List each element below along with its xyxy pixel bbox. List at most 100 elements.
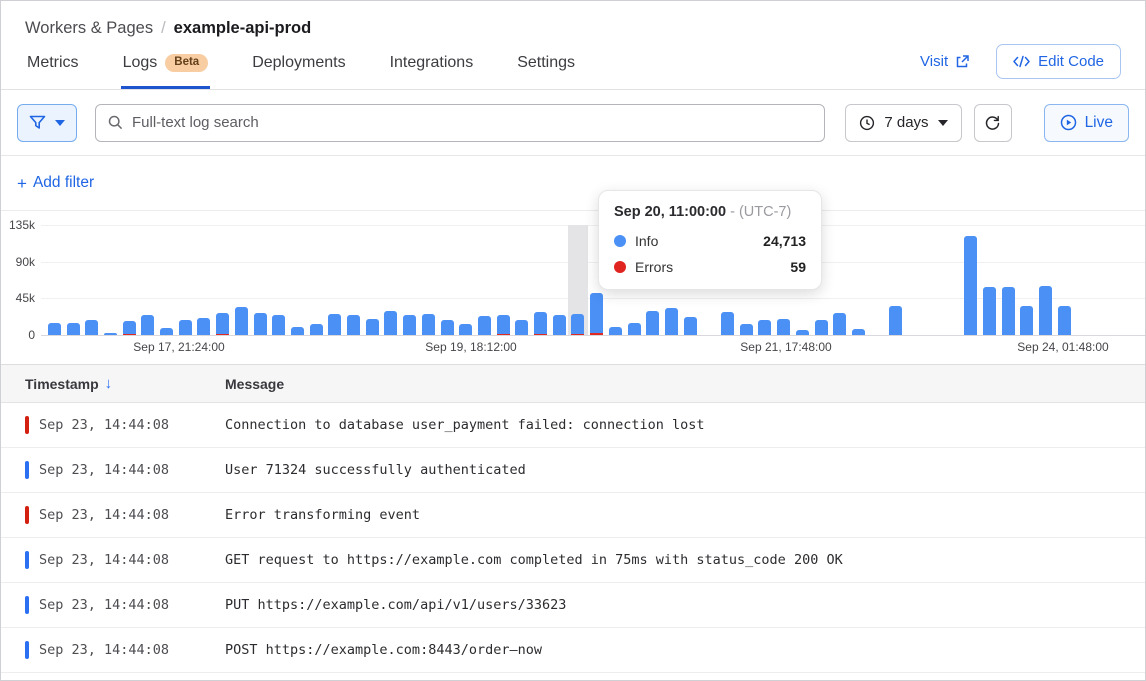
- info-bar-segment: [740, 324, 753, 335]
- log-volume-bar[interactable]: [553, 315, 566, 335]
- y-tick-label: 135k: [1, 218, 35, 232]
- log-volume-bar[interactable]: [721, 312, 734, 335]
- x-tick-label: Sep 19, 18:12:00: [425, 340, 516, 354]
- edit-code-button[interactable]: Edit Code: [996, 44, 1121, 79]
- info-level-indicator: [25, 641, 29, 659]
- info-bar-segment: [459, 324, 472, 335]
- log-volume-bar[interactable]: [347, 315, 360, 335]
- search-input[interactable]: [132, 114, 812, 131]
- log-volume-bar[interactable]: [160, 328, 173, 335]
- log-volume-bar[interactable]: [328, 314, 341, 335]
- log-volume-bar[interactable]: [291, 327, 304, 335]
- log-volume-bar[interactable]: [141, 315, 154, 335]
- log-volume-bar[interactable]: [1020, 306, 1033, 335]
- info-bar-segment: [534, 312, 547, 334]
- log-volume-bar[interactable]: [104, 333, 117, 335]
- log-table-row[interactable]: Sep 23, 14:44:08Error transforming event: [1, 493, 1145, 538]
- error-bar-segment: [123, 334, 136, 335]
- y-tick-label: 0: [1, 328, 35, 342]
- info-bar-segment: [1039, 286, 1052, 335]
- log-volume-bar[interactable]: [123, 321, 136, 335]
- info-bar-segment: [553, 315, 566, 335]
- info-bar-segment: [160, 328, 173, 335]
- log-volume-bar[interactable]: [852, 329, 865, 335]
- log-volume-bar[interactable]: [216, 313, 229, 335]
- log-timestamp: Sep 23, 14:44:08: [39, 462, 169, 478]
- log-volume-bar[interactable]: [534, 312, 547, 335]
- log-volume-bar[interactable]: [777, 319, 790, 335]
- log-volume-bar[interactable]: [384, 311, 397, 335]
- x-tick-label: Sep 17, 21:24:00: [133, 340, 224, 354]
- live-button[interactable]: Live: [1044, 104, 1129, 142]
- log-volume-bar[interactable]: [515, 320, 528, 335]
- info-bar-segment: [291, 327, 304, 335]
- log-volume-bar[interactable]: [684, 317, 697, 335]
- log-volume-bar[interactable]: [179, 320, 192, 335]
- log-volume-bar[interactable]: [646, 311, 659, 335]
- log-volume-bar[interactable]: [48, 323, 61, 335]
- tooltip-rows: Info24,713Errors59: [614, 233, 806, 275]
- live-label: Live: [1085, 114, 1113, 132]
- filter-menu-button[interactable]: [17, 104, 77, 142]
- info-bar-segment: [964, 236, 977, 335]
- log-volume-bar[interactable]: [67, 323, 80, 335]
- tab-logs[interactable]: LogsBeta: [121, 54, 211, 89]
- timestamp-column-header[interactable]: Timestamp ↓: [1, 375, 225, 392]
- log-table-row[interactable]: Sep 23, 14:44:08User 71324 successfully …: [1, 448, 1145, 493]
- log-volume-bar[interactable]: [609, 327, 622, 335]
- log-volume-bar[interactable]: [403, 315, 416, 335]
- visit-link[interactable]: Visit: [920, 53, 970, 70]
- log-volume-bar[interactable]: [441, 320, 454, 335]
- log-volume-bar[interactable]: [740, 324, 753, 335]
- log-volume-bar[interactable]: [983, 287, 996, 335]
- tab-settings[interactable]: Settings: [515, 54, 577, 89]
- clock-icon: [859, 115, 875, 131]
- log-volume-bar[interactable]: [628, 323, 641, 335]
- tab-list: Metrics LogsBeta Deployments Integrations Se…: [25, 38, 577, 89]
- log-table-header: Timestamp ↓ Message: [1, 365, 1145, 403]
- add-filter-button[interactable]: + Add filter: [17, 174, 94, 192]
- log-volume-bar[interactable]: [254, 313, 267, 335]
- log-volume-bar[interactable]: [590, 293, 603, 335]
- log-volume-bar[interactable]: [497, 315, 510, 335]
- tab-bar: Metrics LogsBeta Deployments Integrations Se…: [1, 38, 1145, 90]
- log-volume-bar[interactable]: [889, 306, 902, 335]
- log-table-row[interactable]: Sep 23, 14:44:08GET request to https://e…: [1, 538, 1145, 583]
- log-volume-bar[interactable]: [1058, 306, 1071, 335]
- log-volume-bar[interactable]: [796, 330, 809, 335]
- log-volume-bar[interactable]: [478, 316, 491, 335]
- log-volume-bar[interactable]: [1039, 286, 1052, 335]
- tab-integrations[interactable]: Integrations: [388, 54, 476, 89]
- log-volume-bar[interactable]: [272, 315, 285, 335]
- info-bar-segment: [478, 316, 491, 335]
- tab-metrics[interactable]: Metrics: [25, 54, 81, 89]
- refresh-button[interactable]: [974, 104, 1012, 142]
- log-volume-bar[interactable]: [459, 324, 472, 335]
- info-bar-segment: [141, 315, 154, 335]
- log-table-row[interactable]: Sep 23, 14:44:08Connection to database u…: [1, 403, 1145, 448]
- log-search[interactable]: [95, 104, 825, 142]
- funnel-icon: [29, 115, 46, 131]
- log-volume-bar[interactable]: [833, 313, 846, 335]
- log-volume-bar[interactable]: [758, 320, 771, 335]
- log-volume-bar[interactable]: [571, 314, 584, 335]
- log-volume-bar[interactable]: [964, 236, 977, 335]
- log-table-row[interactable]: Sep 23, 14:44:08PUT https://example.com/…: [1, 583, 1145, 628]
- info-bar-segment: [833, 313, 846, 335]
- log-volume-bar[interactable]: [366, 319, 379, 335]
- info-bar-segment: [796, 330, 809, 335]
- log-table: Timestamp ↓ Message Sep 23, 14:44:08Conn…: [1, 365, 1145, 673]
- tab-deployments[interactable]: Deployments: [250, 54, 347, 89]
- log-volume-bar[interactable]: [197, 318, 210, 335]
- log-volume-bar[interactable]: [310, 324, 323, 335]
- log-volume-bar[interactable]: [815, 320, 828, 335]
- log-volume-bar[interactable]: [85, 320, 98, 335]
- time-range-button[interactable]: 7 days: [845, 104, 961, 142]
- log-volume-bar[interactable]: [422, 314, 435, 335]
- code-icon: [1013, 55, 1030, 68]
- log-table-row[interactable]: Sep 23, 14:44:08POST https://example.com…: [1, 628, 1145, 673]
- log-volume-bar[interactable]: [235, 307, 248, 335]
- log-volume-bar[interactable]: [665, 308, 678, 335]
- breadcrumb-workers-pages[interactable]: Workers & Pages: [25, 19, 153, 38]
- log-volume-bar[interactable]: [1002, 287, 1015, 335]
